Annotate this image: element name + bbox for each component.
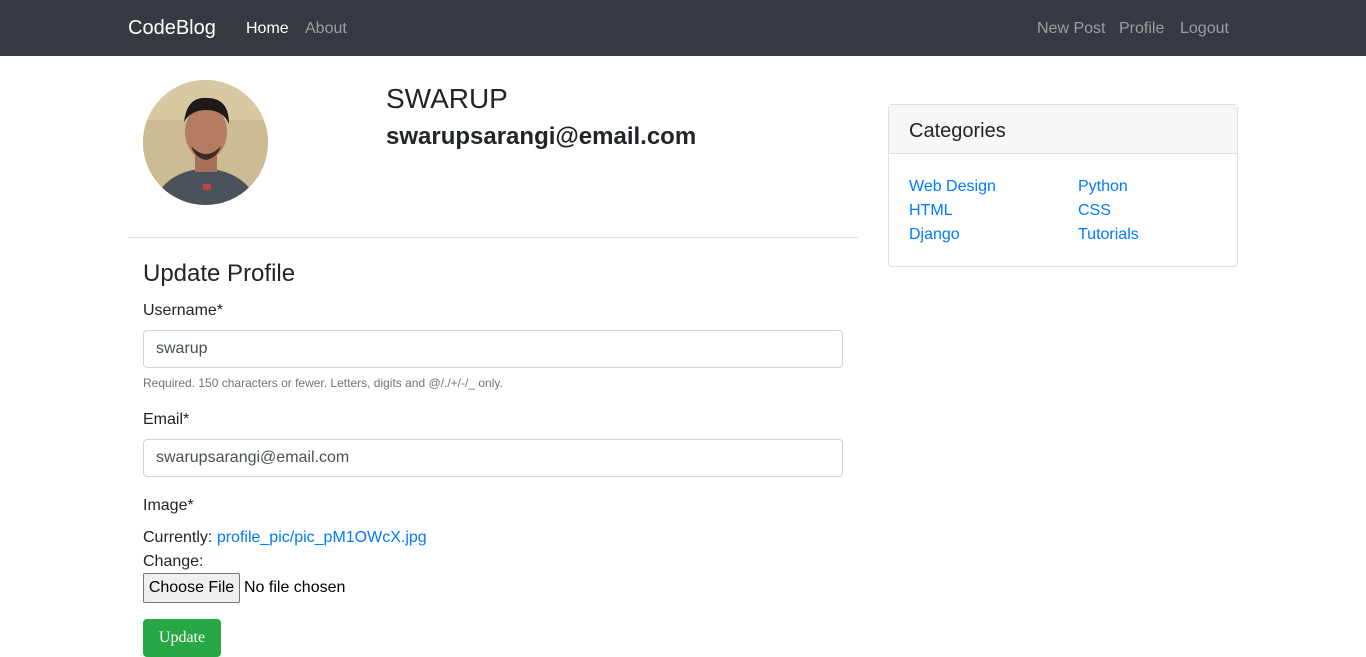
username-help-text: Required. 150 characters or fewer. Lette… xyxy=(143,376,503,390)
choose-file-button[interactable]: Choose File xyxy=(143,573,240,603)
brand-logo-link[interactable]: CodeBlog xyxy=(128,16,216,40)
category-link-tutorials[interactable]: Tutorials xyxy=(1078,225,1139,245)
nav-new-post-link[interactable]: New Post xyxy=(1037,19,1105,39)
categories-title: Categories xyxy=(909,120,1006,142)
profile-email-text: swarupsarangi@email.com xyxy=(386,123,697,150)
category-link-python[interactable]: Python xyxy=(1078,177,1128,197)
profile-username-heading: SWARUP xyxy=(386,83,508,114)
current-image-row: Currently: profile_pic/pic_pM1OWcX.jpg xyxy=(143,528,427,548)
change-label: Change: xyxy=(143,553,204,570)
profile-avatar xyxy=(143,80,268,205)
email-input[interactable] xyxy=(143,439,843,477)
categories-card: Categories Web Design Python HTML CSS Dj… xyxy=(888,104,1238,267)
category-link-css[interactable]: CSS xyxy=(1078,201,1111,221)
nav-profile-link[interactable]: Profile xyxy=(1119,19,1164,39)
avatar-photo-icon xyxy=(143,80,268,205)
section-divider xyxy=(128,237,858,238)
current-image-link[interactable]: profile_pic/pic_pM1OWcX.jpg xyxy=(217,529,427,546)
top-navbar: CodeBlog Home About New Post Profile Log… xyxy=(0,0,1366,56)
nav-home-link[interactable]: Home xyxy=(246,19,289,39)
category-link-django[interactable]: Django xyxy=(909,225,960,245)
nav-about-link[interactable]: About xyxy=(305,19,347,39)
nav-logout-link[interactable]: Logout xyxy=(1180,19,1229,39)
username-label: Username* xyxy=(143,302,224,319)
update-profile-title: Update Profile xyxy=(143,260,296,287)
category-link-web-design[interactable]: Web Design xyxy=(909,177,996,197)
email-label: Email* xyxy=(143,411,190,428)
update-button[interactable]: Update xyxy=(143,619,221,657)
image-label: Image* xyxy=(143,497,194,514)
currently-label: Currently: xyxy=(143,529,213,546)
file-status-text: No file chosen xyxy=(244,579,346,596)
category-link-html[interactable]: HTML xyxy=(909,201,953,221)
categories-card-header: Categories xyxy=(889,105,1237,154)
username-input[interactable] xyxy=(143,330,843,368)
